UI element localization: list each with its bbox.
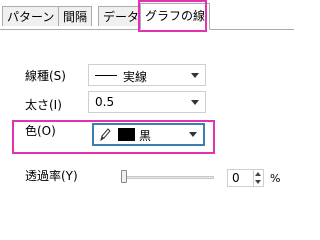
width-label: 太さ(I) xyxy=(25,98,62,112)
tab-spacing[interactable]: 間隔 xyxy=(58,6,93,26)
tab-pattern[interactable]: パターン xyxy=(2,6,60,26)
line-type-value: 実線 xyxy=(123,70,148,84)
transparency-slider-thumb[interactable] xyxy=(121,170,127,183)
line-sample-icon xyxy=(95,75,117,76)
tab-graph-line[interactable]: グラフの線 xyxy=(140,3,211,30)
tab-data[interactable]: データ xyxy=(98,6,145,26)
chevron-down-icon xyxy=(191,73,199,78)
spinner-buttons[interactable] xyxy=(253,170,263,186)
transparency-value: 0 xyxy=(232,171,240,185)
transparency-spinner[interactable]: 0 xyxy=(227,169,264,187)
line-type-select[interactable]: 実線 xyxy=(88,64,206,86)
color-label: 色(O) xyxy=(25,124,56,138)
spin-up-icon[interactable] xyxy=(255,172,261,176)
spin-down-icon[interactable] xyxy=(255,180,261,184)
width-select[interactable]: 0.5 xyxy=(88,91,206,113)
line-type-label: 線種(S) xyxy=(25,69,66,83)
color-value: 黒 xyxy=(139,129,152,143)
percent-unit: % xyxy=(270,172,281,185)
width-value: 0.5 xyxy=(95,95,115,109)
color-swatch xyxy=(118,128,135,141)
chevron-down-icon xyxy=(189,132,197,137)
chevron-down-icon xyxy=(191,100,199,105)
transparency-label: 透過率(Y) xyxy=(25,169,78,183)
pencil-icon xyxy=(100,128,111,142)
color-select[interactable]: 黒 xyxy=(92,123,205,146)
transparency-slider-track[interactable] xyxy=(124,176,214,179)
tab-strip: パターン 間隔 データ グラフの線 xyxy=(0,0,294,32)
